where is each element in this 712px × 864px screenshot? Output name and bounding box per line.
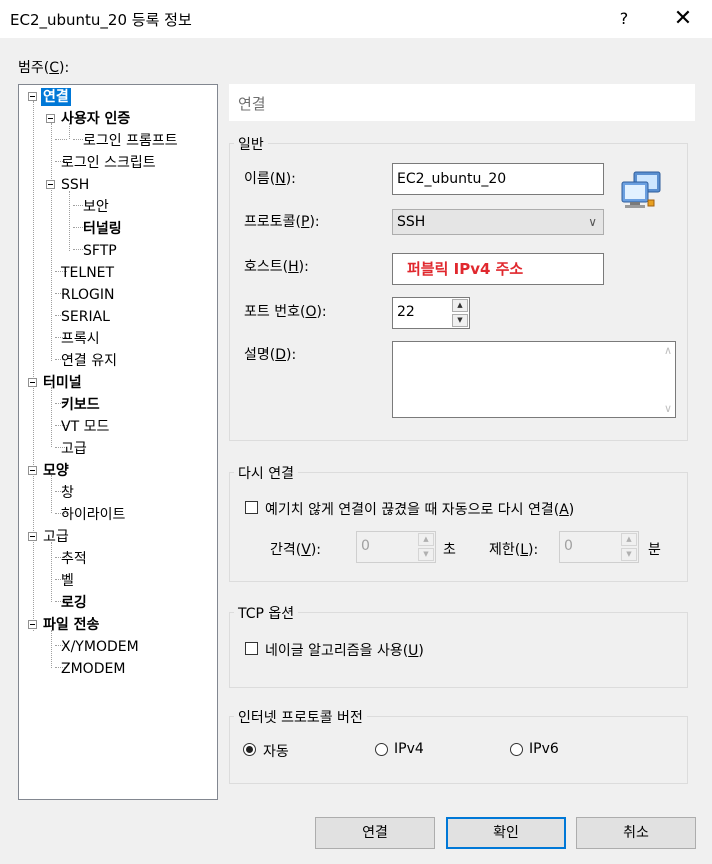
collapse-icon[interactable] — [46, 180, 55, 189]
general-group-title: 일반 — [234, 134, 268, 154]
tree-item-tunneling[interactable]: 터널링 — [81, 220, 124, 238]
tree-item-security[interactable]: 보안 — [81, 198, 111, 216]
port-spinner[interactable]: 22 ▲ ▼ — [392, 297, 470, 329]
port-value[interactable]: 22 — [397, 304, 415, 320]
tree-item-terminal[interactable]: 터미널 — [41, 374, 84, 392]
tree-item-sftp[interactable]: SFTP — [81, 242, 119, 260]
collapse-icon[interactable] — [28, 92, 37, 101]
tree-item-highlight[interactable]: 하이라이트 — [59, 506, 127, 524]
radio-auto-label[interactable]: 자동 — [263, 741, 289, 761]
tree-item-telnet[interactable]: TELNET — [59, 264, 116, 282]
limit-spinner[interactable]: 0 ▲ ▼ — [559, 531, 639, 563]
category-label: 범주(C): — [18, 60, 70, 76]
interval-label: 간격(V): — [270, 542, 321, 558]
scroll-down-icon[interactable]: ∨ — [664, 402, 672, 415]
collapse-icon[interactable] — [46, 114, 55, 123]
tree-item-login-script[interactable]: 로그인 스크립트 — [59, 154, 158, 172]
ok-button[interactable]: 확인 — [446, 817, 566, 849]
interval-unit: 초 — [443, 542, 456, 558]
panel-header-title: 연결 — [238, 95, 266, 113]
spin-up-icon[interactable]: ▲ — [452, 299, 468, 312]
interval-spinner[interactable]: 0 ▲ ▼ — [356, 531, 436, 563]
tree-item-auth[interactable]: 사용자 인증 — [59, 110, 132, 128]
reconnect-group-title: 다시 연결 — [234, 463, 298, 483]
tree-item-rlogin[interactable]: RLOGIN — [59, 286, 117, 304]
collapse-icon[interactable] — [28, 466, 37, 475]
connect-button[interactable]: 연결 — [315, 817, 435, 849]
tcp-group-title: TCP 옵션 — [234, 603, 299, 623]
radio-ipv4-label[interactable]: IPv4 — [394, 741, 424, 757]
tree-item-login-prompt[interactable]: 로그인 프롬프트 — [81, 132, 180, 150]
spin-up-icon[interactable]: ▲ — [418, 533, 434, 546]
close-button[interactable]: ✕ — [665, 4, 701, 34]
tree-item-logging[interactable]: 로깅 — [59, 594, 89, 612]
scroll-up-icon[interactable]: ∧ — [664, 344, 672, 357]
protocol-select[interactable]: SSH ∨ — [392, 209, 604, 235]
help-button[interactable]: ? — [606, 4, 642, 34]
ip-version-group-title: 인터넷 프로토콜 버전 — [234, 707, 367, 727]
limit-unit: 분 — [648, 542, 661, 558]
description-textarea[interactable]: ∧ ∨ — [392, 341, 676, 418]
tree-item-connection[interactable]: 연결 — [41, 88, 71, 106]
collapse-icon[interactable] — [28, 532, 37, 541]
radio-ipv6[interactable] — [510, 743, 523, 756]
radio-auto[interactable] — [243, 743, 256, 756]
tree-item-serial[interactable]: SERIAL — [59, 308, 112, 326]
tree-item-terminal-advanced[interactable]: 고급 — [59, 440, 89, 458]
tree-item-vt-mode[interactable]: VT 모드 — [59, 418, 111, 436]
tree-item-keepalive[interactable]: 연결 유지 — [59, 352, 119, 370]
panel-header — [229, 84, 695, 121]
chevron-down-icon: ∨ — [588, 215, 597, 229]
window-title: EC2_ubuntu_20 등록 정보 — [10, 11, 192, 29]
nagle-checkbox[interactable] — [245, 642, 258, 655]
tree-item-zmodem[interactable]: ZMODEM — [59, 660, 127, 678]
spin-down-icon[interactable]: ▼ — [452, 314, 468, 327]
cancel-button[interactable]: 취소 — [576, 817, 696, 849]
tree-item-xymodem[interactable]: X/YMODEM — [59, 638, 141, 656]
tree-item-bell[interactable]: 벨 — [59, 572, 76, 590]
nagle-label[interactable]: 네이글 알고리즘을 사용(U) — [265, 640, 424, 660]
tree-item-window[interactable]: 창 — [59, 484, 76, 502]
tree-item-ssh[interactable]: SSH — [59, 176, 91, 194]
tree-item-trace[interactable]: 추적 — [59, 550, 89, 568]
host-label: 호스트(H): — [244, 259, 309, 275]
spin-down-icon[interactable]: ▼ — [621, 548, 637, 561]
tree-item-file-transfer[interactable]: 파일 전송 — [41, 616, 101, 634]
tree-item-keyboard[interactable]: 키보드 — [59, 396, 102, 414]
radio-ipv6-label[interactable]: IPv6 — [529, 741, 559, 757]
auto-reconnect-label[interactable]: 예기치 않게 연결이 끊겼을 때 자동으로 다시 연결(A) — [265, 499, 574, 519]
description-label: 설명(D): — [244, 347, 297, 363]
spin-down-icon[interactable]: ▼ — [418, 548, 434, 561]
collapse-icon[interactable] — [28, 378, 37, 387]
port-label: 포트 번호(O): — [244, 304, 327, 320]
category-tree[interactable]: 연결 사용자 인증 로그인 프롬프트 로그인 스크립트 SSH 보안 터널링 S… — [18, 84, 218, 800]
collapse-icon[interactable] — [28, 620, 37, 629]
host-input[interactable]: 퍼블릭 IPv4 주소 — [392, 253, 604, 285]
title-bar: EC2_ubuntu_20 등록 정보 ? ✕ — [0, 0, 712, 38]
spin-up-icon[interactable]: ▲ — [621, 533, 637, 546]
computers-icon — [620, 170, 664, 212]
name-input[interactable]: EC2_ubuntu_20 — [392, 163, 604, 195]
protocol-label: 프로토콜(P): — [244, 214, 320, 230]
tree-item-appearance[interactable]: 모양 — [41, 462, 71, 480]
auto-reconnect-checkbox[interactable] — [245, 501, 258, 514]
limit-label: 제한(L): — [489, 542, 539, 558]
reconnect-group — [229, 472, 688, 582]
radio-ipv4[interactable] — [375, 743, 388, 756]
interval-value[interactable]: 0 — [361, 538, 370, 554]
limit-value[interactable]: 0 — [564, 538, 573, 554]
tree-item-advanced[interactable]: 고급 — [41, 528, 71, 546]
name-label: 이름(N): — [244, 171, 296, 187]
tree-item-proxy[interactable]: 프록시 — [59, 330, 102, 348]
